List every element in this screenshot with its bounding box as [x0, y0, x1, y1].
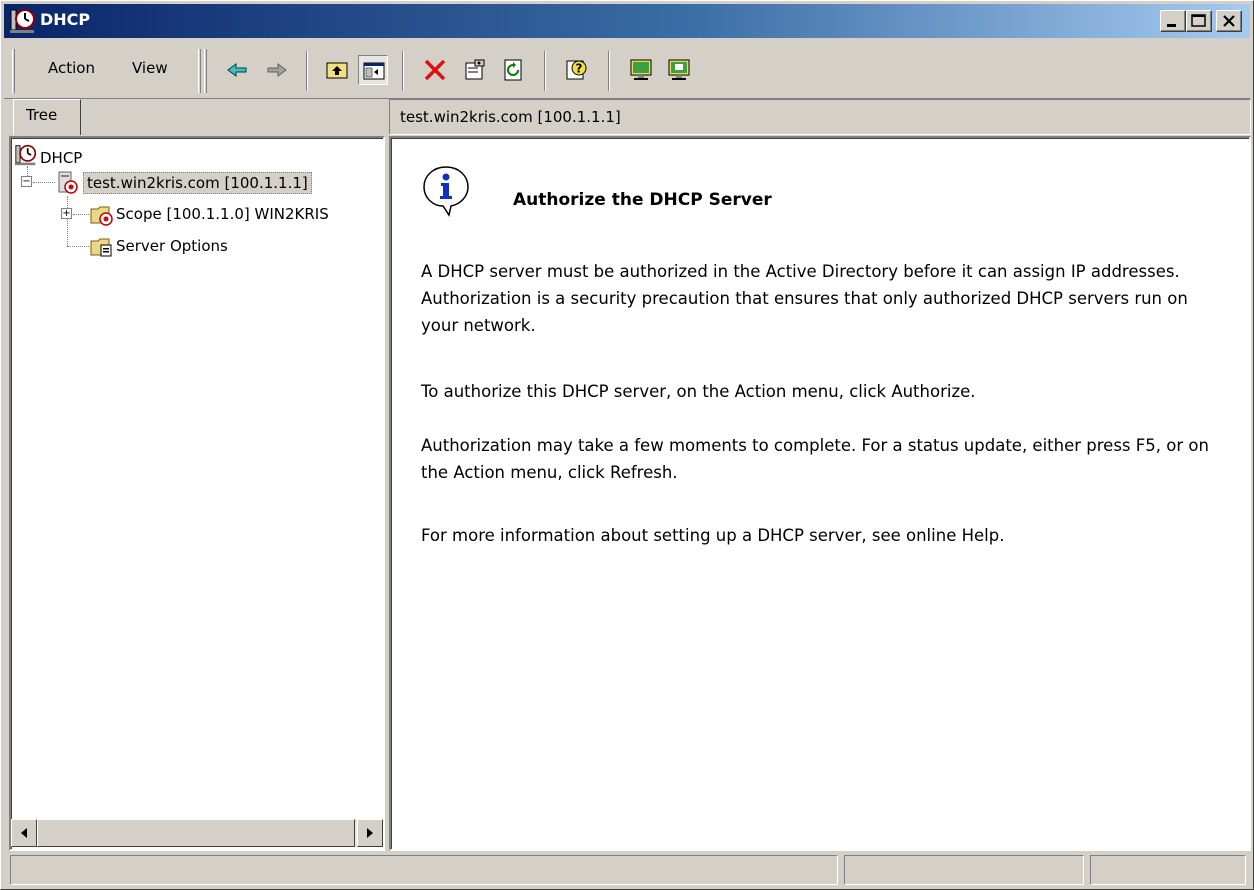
up-one-level-button[interactable]	[322, 55, 352, 85]
show-hide-console-tree-icon	[363, 62, 385, 80]
window-title: DHCP	[40, 10, 91, 29]
maximize-button[interactable]	[1186, 10, 1212, 32]
back-arrow-icon	[227, 63, 247, 77]
tree-node-label: DHCP	[40, 149, 83, 167]
close-button[interactable]	[1216, 10, 1242, 32]
scroll-left-button[interactable]	[11, 819, 37, 847]
page-title: Authorize the DHCP Server	[513, 190, 772, 210]
maximize-icon	[1191, 14, 1206, 27]
toolbar-separator	[544, 51, 546, 91]
scroll-right-button[interactable]	[357, 819, 383, 847]
status-cell-2	[844, 855, 1084, 885]
paragraph-authorization-info: A DHCP server must be authorized in the …	[421, 262, 1188, 336]
expand-toggle[interactable]: +	[61, 208, 72, 219]
help-icon: ?	[566, 60, 587, 80]
server-monitor-icon	[630, 59, 652, 80]
arrow-right-icon	[367, 828, 373, 838]
dhcp-icon	[10, 9, 35, 33]
tree-node-label: test.win2kris.com [100.1.1.1]	[83, 172, 312, 194]
status-bar	[4, 853, 1250, 887]
delete-icon	[424, 59, 446, 81]
title-bar[interactable]: DHCP	[4, 4, 1250, 38]
properties-icon	[465, 59, 485, 80]
menu-action[interactable]: Action	[48, 59, 95, 77]
tree-connector	[67, 196, 68, 246]
tree-horizontal-scrollbar[interactable]	[11, 819, 383, 847]
properties-button[interactable]	[460, 55, 490, 85]
tree-node-label: Scope [100.1.1.0] WIN2KRIS	[116, 205, 329, 223]
console-tree[interactable]: DHCP − test.win2kris.com [100.1.1.1] + S…	[9, 136, 385, 851]
status-cell-main	[10, 855, 838, 885]
tree-connector	[67, 246, 89, 247]
menu-toolbar: Action View ?	[4, 41, 1250, 99]
info-icon	[423, 166, 469, 217]
scope-folder-icon	[90, 206, 113, 226]
collapse-toggle[interactable]: −	[21, 176, 32, 187]
toolbar-separator	[608, 51, 610, 91]
dhcp-icon	[15, 144, 37, 166]
show-hide-tree-button[interactable]	[358, 55, 388, 85]
svg-text:?: ?	[576, 62, 583, 76]
server-monitor-alt-button[interactable]	[664, 55, 694, 85]
paragraph-status-update: Authorization may take a few moments to …	[421, 436, 1209, 483]
toolbar-grip[interactable]	[12, 49, 15, 93]
forward-arrow-icon	[267, 63, 287, 77]
toolbar-separator	[402, 51, 404, 91]
paragraph-online-help: For more information about setting up a …	[421, 526, 1005, 545]
scroll-thumb[interactable]	[37, 819, 355, 847]
refresh-icon	[504, 59, 522, 81]
paragraph-how-to-authorize: To authorize this DHCP server, on the Ac…	[421, 382, 976, 401]
toolbar-grip-2[interactable]	[198, 49, 201, 93]
details-pane[interactable]: Authorize the DHCP Server A DHCP server …	[389, 136, 1251, 851]
server-stopped-icon	[58, 171, 78, 194]
help-button[interactable]: ?	[562, 55, 592, 85]
dhcp-window: DHCP Action View ? Tree DHCP − test.win2…	[0, 0, 1254, 890]
refresh-button[interactable]	[498, 55, 528, 85]
tab-tree[interactable]: Tree	[13, 99, 81, 135]
toolbar-grip-3[interactable]	[204, 49, 207, 93]
tree-connector	[73, 214, 89, 215]
arrow-left-icon	[21, 828, 27, 838]
server-monitor-button[interactable]	[626, 55, 656, 85]
close-icon	[1223, 15, 1235, 27]
delete-button[interactable]	[420, 55, 450, 85]
tree-connector	[33, 182, 55, 183]
minimize-icon	[1167, 24, 1176, 27]
minimize-button[interactable]	[1160, 10, 1186, 32]
server-options-folder-icon	[90, 238, 112, 257]
status-cell-3	[1090, 855, 1246, 885]
details-pane-header: test.win2kris.com [100.1.1.1]	[389, 99, 1251, 135]
server-monitor-alt-icon	[668, 59, 690, 80]
forward-button[interactable]	[262, 55, 292, 85]
tree-node-label: Server Options	[116, 237, 228, 255]
back-button[interactable]	[222, 55, 252, 85]
menu-view[interactable]: View	[132, 59, 168, 77]
up-one-level-icon	[326, 62, 348, 79]
toolbar-separator	[306, 51, 308, 91]
